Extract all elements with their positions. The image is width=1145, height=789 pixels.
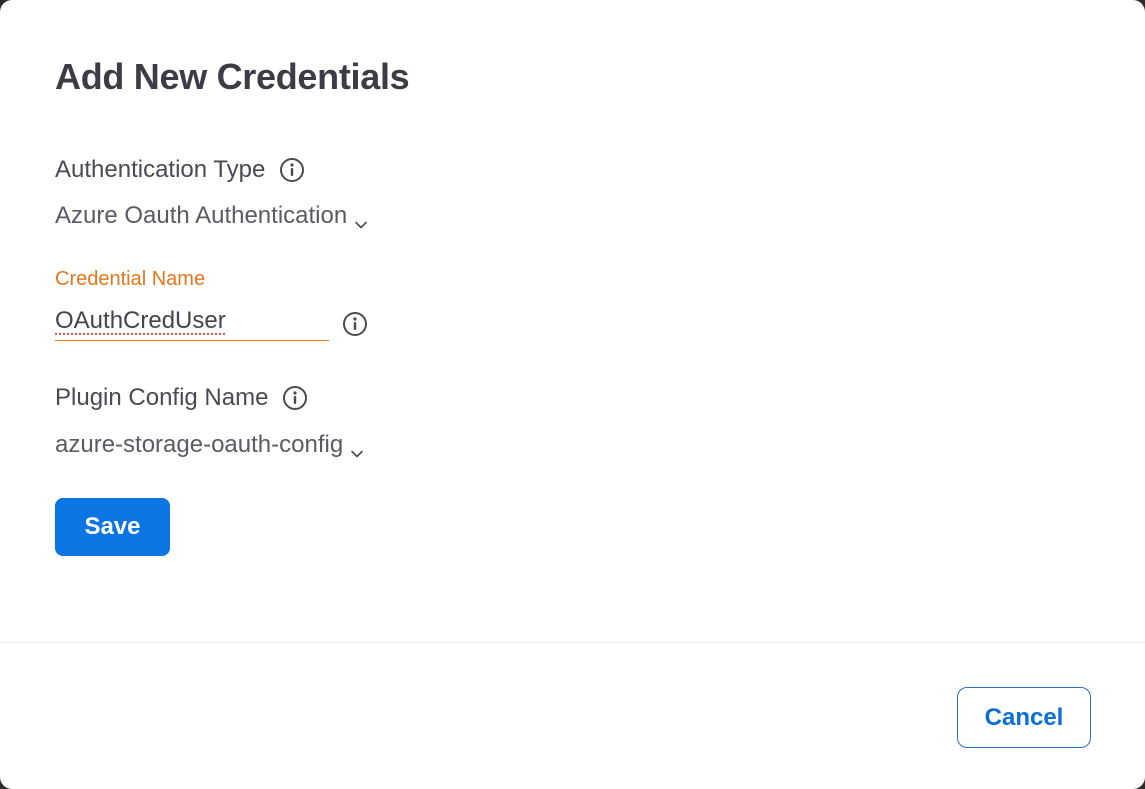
save-button[interactable]: Save <box>55 498 170 556</box>
plugin-config-selected-value: azure-storage-oauth-config <box>55 431 344 458</box>
chevron-down-icon <box>354 210 368 229</box>
footer-divider <box>0 642 1145 643</box>
info-icon[interactable] <box>282 385 308 411</box>
info-icon[interactable] <box>279 157 305 183</box>
credential-name-input[interactable] <box>55 302 329 341</box>
credential-name-label: Credential Name <box>55 268 206 290</box>
chevron-down-icon <box>350 439 364 458</box>
plugin-config-label-row: Plugin Config Name <box>55 383 308 413</box>
info-icon[interactable] <box>342 311 368 337</box>
plugin-config-select[interactable]: azure-storage-oauth-config <box>55 430 364 460</box>
cancel-button[interactable]: Cancel <box>957 687 1091 748</box>
auth-type-selected-value: Azure Oauth Authentication <box>55 202 348 229</box>
dialog-title: Add New Credentials <box>55 56 410 97</box>
auth-type-select[interactable]: Azure Oauth Authentication <box>55 201 368 231</box>
plugin-config-label: Plugin Config Name <box>55 384 269 411</box>
add-credentials-dialog: Add New Credentials Authentication Type … <box>0 0 1145 789</box>
auth-type-label: Authentication Type <box>55 156 266 183</box>
auth-type-label-row: Authentication Type <box>55 155 305 185</box>
